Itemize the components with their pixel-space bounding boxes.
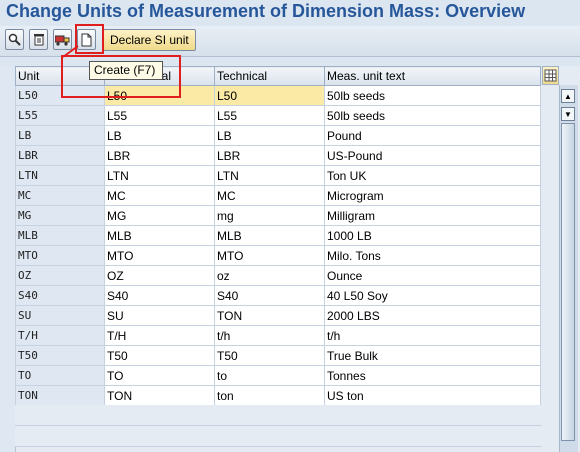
- unit-cell: LB: [15, 125, 105, 146]
- row-selector-column[interactable]: [0, 66, 16, 452]
- technical-cell[interactable]: ton: [214, 385, 325, 406]
- page-title: Change Units of Measurement of Dimension…: [6, 1, 526, 21]
- table-row[interactable]: TON TON ton US ton: [15, 385, 541, 406]
- unit-cell: T50: [15, 345, 105, 366]
- scroll-up-button[interactable]: ▲: [561, 89, 575, 103]
- units-table: Unit Commercial Technical Meas. unit tex…: [0, 66, 580, 452]
- technical-cell[interactable]: S40: [214, 285, 325, 306]
- table-row[interactable]: TO TO to Tonnes: [15, 365, 541, 386]
- commercial-cell[interactable]: MC: [104, 185, 215, 206]
- unit-cell: MC: [15, 185, 105, 206]
- meas-unit-text-cell[interactable]: Pound: [324, 125, 541, 146]
- commercial-cell[interactable]: S40: [104, 285, 215, 306]
- table-row[interactable]: MLB MLB MLB 1000 LB: [15, 225, 541, 246]
- commercial-cell[interactable]: LTN: [104, 165, 215, 186]
- meas-unit-text-cell[interactable]: 40 L50 Soy: [324, 285, 541, 306]
- commercial-cell[interactable]: LBR: [104, 145, 215, 166]
- table-row[interactable]: T50 T50 T50 True Bulk: [15, 345, 541, 366]
- technical-cell[interactable]: LTN: [214, 165, 325, 186]
- grid-settings-icon: [544, 69, 557, 82]
- technical-cell[interactable]: LBR: [214, 145, 325, 166]
- technical-cell[interactable]: MTO: [214, 245, 325, 266]
- scroll-down-button[interactable]: ▼: [561, 107, 575, 121]
- unit-cell: T/H: [15, 325, 105, 346]
- table-row[interactable]: LTN LTN LTN Ton UK: [15, 165, 541, 186]
- commercial-cell[interactable]: L55: [104, 105, 215, 126]
- commercial-cell[interactable]: TO: [104, 365, 215, 386]
- unit-cell: SU: [15, 305, 105, 326]
- commercial-cell[interactable]: MTO: [104, 245, 215, 266]
- meas-unit-text-cell[interactable]: Tonnes: [324, 365, 541, 386]
- commercial-cell[interactable]: MG: [104, 205, 215, 226]
- unit-cell: OZ: [15, 265, 105, 286]
- table-row[interactable]: S40 S40 S40 40 L50 Soy: [15, 285, 541, 306]
- commercial-cell[interactable]: LB: [104, 125, 215, 146]
- meas-unit-text-cell[interactable]: US-Pound: [324, 145, 541, 166]
- empty-row[interactable]: [15, 426, 542, 447]
- meas-unit-text-cell[interactable]: US ton: [324, 385, 541, 406]
- technical-cell[interactable]: mg: [214, 205, 325, 226]
- unit-cell: L55: [15, 105, 105, 126]
- commercial-cell[interactable]: MLB: [104, 225, 215, 246]
- meas-unit-text-cell[interactable]: 50lb seeds: [324, 85, 541, 106]
- vertical-scrollbar[interactable]: ▲ ▼: [559, 85, 578, 452]
- meas-unit-text-cell[interactable]: True Bulk: [324, 345, 541, 366]
- table-row[interactable]: T/H T/H t/h t/h: [15, 325, 541, 346]
- meas-unit-text-cell[interactable]: Ton UK: [324, 165, 541, 186]
- technical-cell[interactable]: LB: [214, 125, 325, 146]
- arrow-down-icon: ▼: [564, 109, 572, 119]
- commercial-cell[interactable]: T/H: [104, 325, 215, 346]
- meas-unit-text-cell[interactable]: 2000 LBS: [324, 305, 541, 326]
- unit-cell: S40: [15, 285, 105, 306]
- unit-cell: MLB: [15, 225, 105, 246]
- table-row[interactable]: L55 L55 L55 50lb seeds: [15, 105, 541, 126]
- column-header-technical[interactable]: Technical: [214, 66, 325, 86]
- technical-cell[interactable]: L50: [214, 85, 325, 106]
- meas-unit-text-cell[interactable]: 50lb seeds: [324, 105, 541, 126]
- table-settings-button[interactable]: [542, 66, 559, 85]
- meas-unit-text-cell[interactable]: Milo. Tons: [324, 245, 541, 266]
- table-row[interactable]: SU SU TON 2000 LBS: [15, 305, 541, 326]
- declare-si-unit-button[interactable]: Declare SI unit: [103, 29, 196, 51]
- technical-cell[interactable]: MLB: [214, 225, 325, 246]
- technical-cell[interactable]: oz: [214, 265, 325, 286]
- unit-cell: TON: [15, 385, 105, 406]
- meas-unit-text-cell[interactable]: 1000 LB: [324, 225, 541, 246]
- meas-unit-text-cell[interactable]: t/h: [324, 325, 541, 346]
- technical-cell[interactable]: L55: [214, 105, 325, 126]
- trash-icon: [33, 34, 44, 46]
- table-row[interactable]: LBR LBR LBR US-Pound: [15, 145, 541, 166]
- scroll-thumb[interactable]: [561, 123, 575, 441]
- table-row[interactable]: LB LB LB Pound: [15, 125, 541, 146]
- commercial-cell[interactable]: OZ: [104, 265, 215, 286]
- meas-unit-text-cell[interactable]: Microgram: [324, 185, 541, 206]
- table-row[interactable]: OZ OZ oz Ounce: [15, 265, 541, 286]
- technical-cell[interactable]: t/h: [214, 325, 325, 346]
- technical-cell[interactable]: to: [214, 365, 325, 386]
- delete-button[interactable]: [29, 29, 48, 50]
- table-row[interactable]: MG MG mg Milligram: [15, 205, 541, 226]
- technical-cell[interactable]: TON: [214, 305, 325, 326]
- commercial-cell[interactable]: SU: [104, 305, 215, 326]
- annotation-connector: [62, 45, 79, 58]
- technical-cell[interactable]: T50: [214, 345, 325, 366]
- arrow-up-icon: ▲: [564, 91, 572, 101]
- meas-unit-text-cell[interactable]: Ounce: [324, 265, 541, 286]
- unit-cell: MTO: [15, 245, 105, 266]
- unit-cell: LTN: [15, 165, 105, 186]
- column-header-meas-unit-text[interactable]: Meas. unit text: [324, 66, 541, 86]
- commercial-cell[interactable]: T50: [104, 345, 215, 366]
- table-row[interactable]: MC MC MC Microgram: [15, 185, 541, 206]
- unit-cell: LBR: [15, 145, 105, 166]
- meas-unit-text-cell[interactable]: Milligram: [324, 205, 541, 226]
- annotation-box-tooltip: [61, 55, 181, 98]
- unit-cell: TO: [15, 365, 105, 386]
- technical-cell[interactable]: MC: [214, 185, 325, 206]
- commercial-cell[interactable]: TON: [104, 385, 215, 406]
- display-change-button[interactable]: [5, 29, 24, 50]
- empty-row[interactable]: [15, 405, 542, 426]
- unit-cell: MG: [15, 205, 105, 226]
- table-row[interactable]: MTO MTO MTO Milo. Tons: [15, 245, 541, 266]
- magnifier-icon: [8, 33, 21, 46]
